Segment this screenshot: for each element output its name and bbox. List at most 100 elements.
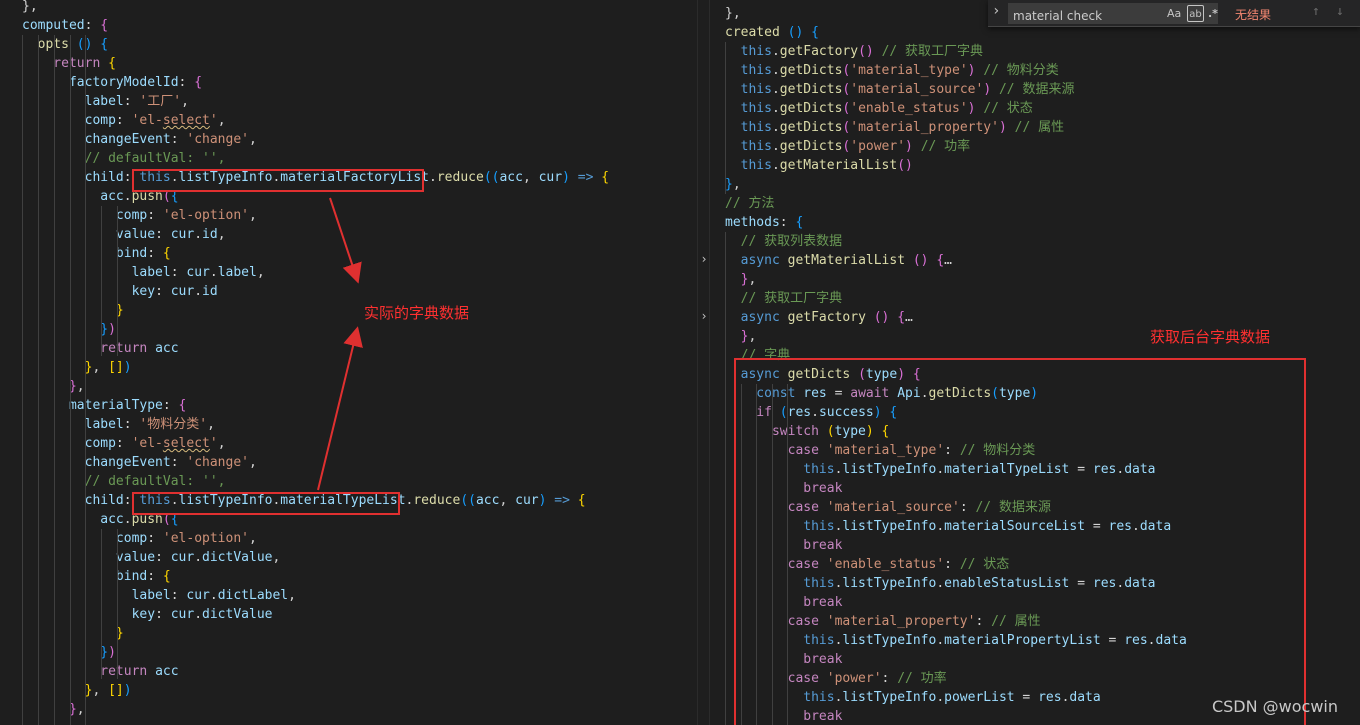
code-token: getDicts — [928, 386, 992, 401]
code-token: // defaultVal: '', — [22, 474, 226, 489]
code-token: ) — [123, 360, 132, 375]
code-token: }, — [725, 6, 741, 21]
code-token: ( — [991, 386, 999, 401]
code-line: this.getFactory() // 获取工厂字典 — [725, 42, 983, 61]
code-token: powerList — [944, 690, 1015, 705]
indent-guide — [38, 35, 39, 725]
code-token: . — [123, 189, 132, 204]
code-line: // 获取工厂字典 — [725, 289, 843, 308]
code-token: // 数据来源 — [998, 82, 1075, 97]
fold-chevron-icon[interactable]: › — [698, 309, 710, 323]
whole-word-icon[interactable]: ab — [1187, 5, 1204, 22]
code-line: this.getDicts('enable_status') // 状态 — [725, 99, 1033, 118]
code-line: factoryModelId: { — [22, 73, 202, 92]
code-token: push — [131, 189, 163, 204]
code-token: materialSourceList — [944, 519, 1086, 534]
code-token: 'material_property' — [826, 614, 976, 629]
code-token: res — [803, 386, 827, 401]
code-token: data — [1139, 519, 1172, 534]
code-token: cur — [170, 607, 195, 622]
code-token: dictValue — [202, 550, 273, 565]
code-line: // defaultVal: '', — [22, 472, 226, 491]
code-line: }, — [22, 0, 38, 16]
code-token: . — [771, 139, 780, 154]
code-token: { — [912, 367, 921, 382]
code-token: materialPropertyList — [944, 633, 1101, 648]
code-token: // 功率 — [897, 671, 947, 686]
code-token: (( — [460, 493, 476, 508]
watermark: CSDN @wocwin — [1211, 697, 1338, 716]
code-token: } — [725, 272, 749, 287]
indent-guide — [101, 206, 102, 356]
code-token: . — [771, 44, 780, 59]
code-token: acc — [499, 170, 523, 185]
code-token: { — [811, 25, 819, 40]
code-token: listTypeInfo — [178, 170, 273, 185]
code-token: this — [725, 63, 772, 78]
code-token: , — [288, 588, 296, 603]
left-editor-pane[interactable]: }, computed: { opts () { return { factory… — [0, 0, 697, 725]
code-token: // 数据来源 — [975, 500, 1051, 515]
indent-guide — [54, 35, 55, 725]
code-token: 'power' — [826, 671, 882, 686]
chevron-right-icon[interactable]: › — [992, 3, 1000, 19]
code-token: , — [748, 272, 757, 287]
code-token: [] — [108, 360, 124, 375]
code-token: // 属性 — [1014, 120, 1065, 135]
arrow-up-icon[interactable]: ↑ — [1312, 4, 1320, 19]
code-line: value: cur.id, — [22, 225, 226, 244]
code-line: async getDicts (type) { — [725, 365, 921, 384]
code-line: this.listTypeInfo.materialSourceList = r… — [725, 517, 1171, 536]
code-line: materialType: { — [22, 396, 186, 415]
code-token: listTypeInfo — [842, 633, 937, 648]
code-token: }, — [22, 0, 38, 14]
code-token: ) — [983, 82, 992, 97]
code-line: break — [725, 593, 842, 612]
code-token: : — [155, 607, 171, 622]
code-line: created () { — [725, 23, 819, 42]
code-token: label — [217, 265, 257, 280]
code-token: label — [22, 265, 171, 280]
code-line: key: cur.id — [22, 282, 218, 301]
code-token: this — [725, 120, 772, 135]
code-token: res — [787, 405, 812, 420]
code-token: = — [1069, 576, 1093, 591]
code-token: : — [881, 671, 898, 686]
code-token: success — [818, 405, 874, 420]
code-token: , — [748, 329, 757, 344]
code-token: : — [115, 436, 132, 451]
find-widget[interactable]: › Aa ab .* 无结果 ↑ ↓ — [988, 0, 1360, 27]
code-token: . — [1132, 519, 1140, 534]
right-editor-pane[interactable]: }, created () { this.getFactory() // 获取工厂… — [710, 0, 1360, 725]
code-token: : — [147, 246, 163, 261]
code-token: getDicts — [779, 63, 843, 78]
code-token: { — [170, 189, 179, 204]
match-case-icon[interactable]: Aa — [1167, 5, 1181, 22]
code-token: '物料分类' — [139, 417, 208, 432]
code-token: = — [1069, 462, 1093, 477]
code-token: : — [178, 75, 195, 90]
find-result-status: 无结果 — [1235, 8, 1272, 22]
code-token: dictLabel — [217, 588, 289, 603]
code-token: // 物料分类 — [959, 443, 1036, 458]
code-token: , — [732, 177, 741, 192]
code-token: // 物料分类 — [983, 63, 1059, 78]
editor-split-divider[interactable]: › › — [697, 0, 710, 725]
code-token: getDicts — [779, 82, 843, 97]
code-token: } — [22, 702, 77, 717]
regex-icon[interactable]: .* — [1208, 5, 1218, 22]
code-token: break — [725, 709, 843, 724]
code-token: { — [162, 569, 171, 584]
code-token: getDicts — [779, 120, 843, 135]
fold-chevron-icon[interactable]: › — [698, 252, 710, 266]
code-token: ) — [873, 405, 882, 420]
arrow-down-icon[interactable]: ↓ — [1336, 4, 1344, 19]
code-token: this — [139, 493, 171, 508]
